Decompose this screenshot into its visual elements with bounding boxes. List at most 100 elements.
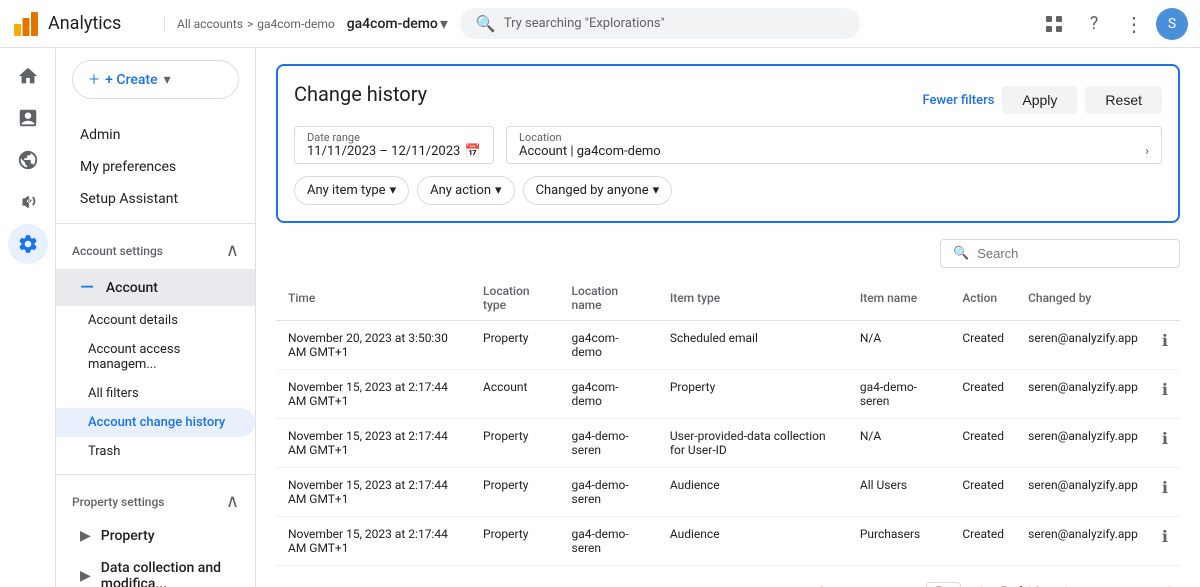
create-chevron-icon: ▾: [164, 72, 171, 88]
analytics-logo-icon: [12, 10, 40, 38]
sidebar-item-admin[interactable]: Admin: [56, 119, 255, 151]
table-body: November 20, 2023 at 3:50:30 AM GMT+1 Pr…: [276, 321, 1180, 566]
nav-reports-icon[interactable]: [8, 98, 48, 138]
pagination: Items per page: 5 ▾ 1 – 5 of 16 |◂ ◂ ▸ ▸…: [276, 566, 1180, 587]
location-filter[interactable]: Location Account | ga4com-demo ›: [506, 126, 1162, 164]
cell-info: ℹ: [1150, 419, 1180, 468]
row-info-icon[interactable]: ℹ: [1162, 527, 1168, 546]
nav-admin-icon[interactable]: [8, 224, 48, 264]
first-page-button[interactable]: |◂: [1056, 578, 1084, 587]
main-content: Change history Fewer filters Apply Reset…: [256, 48, 1200, 587]
account-settings-section: Account settings ∧ — Account Account det…: [56, 224, 255, 474]
cell-time: November 15, 2023 at 2:17:44 AM GMT+1: [276, 517, 471, 566]
table-row: November 20, 2023 at 3:50:30 AM GMT+1 Pr…: [276, 321, 1180, 370]
icon-rail: [0, 48, 56, 587]
sidebar-item-all-filters[interactable]: All filters: [56, 379, 255, 408]
cell-location-name: ga4com-demo: [560, 321, 658, 370]
date-range-filter[interactable]: Date range 11/11/2023 – 12/11/2023 📅: [294, 126, 494, 164]
sidebar-item-trash[interactable]: Trash: [56, 437, 255, 466]
any-action-label: Any action: [430, 183, 491, 198]
reset-button[interactable]: Reset: [1085, 86, 1162, 114]
col-item-type: Item type: [658, 276, 848, 321]
breadcrumb-parent: All accounts: [177, 17, 243, 31]
prev-page-button[interactable]: ◂: [1088, 578, 1116, 587]
cell-item-name: ga4-demo-seren: [848, 370, 950, 419]
row-info-icon[interactable]: ℹ: [1162, 380, 1168, 399]
sidebar-item-change-history[interactable]: Account change history: [56, 408, 255, 437]
search-placeholder: Try searching "Explorations": [504, 16, 665, 31]
sidebar-item-account[interactable]: — Account: [56, 269, 255, 306]
date-range-text: 11/11/2023 – 12/11/2023: [307, 144, 460, 159]
last-page-button[interactable]: ▸|: [1152, 578, 1180, 587]
app-name: Analytics: [48, 13, 121, 34]
col-time: Time: [276, 276, 471, 321]
table-search-input[interactable]: [977, 246, 1167, 261]
cell-changed-by: seren@analyzify.app: [1016, 517, 1150, 566]
avatar[interactable]: S: [1156, 8, 1188, 40]
row-info-icon[interactable]: ℹ: [1162, 331, 1168, 350]
cell-location-type: Property: [471, 321, 560, 370]
table-row: November 15, 2023 at 2:17:44 AM GMT+1 Ac…: [276, 370, 1180, 419]
cell-action: Created: [950, 517, 1016, 566]
cell-item-type: Scheduled email: [658, 321, 848, 370]
cell-item-name: Purchasers: [848, 517, 950, 566]
cell-location-type: Account: [471, 370, 560, 419]
changed-by-label: Changed by anyone: [536, 183, 649, 198]
item-type-chip[interactable]: Any item type ▾: [294, 176, 409, 205]
more-options-icon[interactable]: ⋮: [1116, 6, 1152, 42]
row-info-icon[interactable]: ℹ: [1162, 478, 1168, 497]
sidebar-item-preferences[interactable]: My preferences: [56, 151, 255, 183]
nav-home-icon[interactable]: [8, 56, 48, 96]
sidebar-item-access-mgmt[interactable]: Account access managem...: [56, 335, 255, 379]
create-button[interactable]: + + Create ▾: [72, 60, 239, 99]
page-title: Change history: [294, 82, 427, 106]
sidebar-item-data-collection[interactable]: ▶ Data collection and modifica...: [56, 552, 255, 587]
help-icon[interactable]: ?: [1076, 6, 1112, 42]
col-item-name: Item name: [848, 276, 950, 321]
sidebar-item-setup[interactable]: Setup Assistant: [56, 183, 255, 215]
cell-changed-by: seren@analyzify.app: [1016, 468, 1150, 517]
cell-item-name: N/A: [848, 419, 950, 468]
top-nav-section: Admin My preferences Setup Assistant: [56, 111, 255, 223]
sidebar-item-property[interactable]: ▶ Property: [56, 520, 255, 552]
table-row: November 15, 2023 at 2:17:44 AM GMT+1 Pr…: [276, 517, 1180, 566]
global-search[interactable]: 🔍 Try searching "Explorations": [460, 8, 860, 39]
sidebar-item-account-details[interactable]: Account details: [56, 306, 255, 335]
cell-time: November 15, 2023 at 2:17:44 AM GMT+1: [276, 370, 471, 419]
property-settings-collapse-icon: ∧: [226, 491, 239, 512]
cell-action: Created: [950, 468, 1016, 517]
location-value: Account | ga4com-demo ›: [519, 144, 1149, 159]
row-info-icon[interactable]: ℹ: [1162, 429, 1168, 448]
property-settings-header[interactable]: Property settings ∧: [56, 483, 255, 520]
nav-explore-icon[interactable]: [8, 140, 48, 180]
cell-item-type: Property: [658, 370, 848, 419]
cell-location-name: ga4-demo-seren: [560, 468, 658, 517]
items-per-page-select[interactable]: 5 ▾: [926, 582, 962, 587]
property-chevron-icon: ▾: [440, 14, 448, 33]
cell-time: November 20, 2023 at 3:50:30 AM GMT+1: [276, 321, 471, 370]
cell-changed-by: seren@analyzify.app: [1016, 321, 1150, 370]
property-name: ga4com-demo: [347, 16, 438, 32]
topbar-actions: ? ⋮ S: [1036, 6, 1188, 42]
property-selector[interactable]: ga4com-demo ▾: [347, 14, 448, 33]
table-search-box[interactable]: 🔍: [940, 239, 1180, 268]
cell-location-type: Property: [471, 468, 560, 517]
account-settings-header[interactable]: Account settings ∧: [56, 232, 255, 269]
apps-icon[interactable]: [1036, 6, 1072, 42]
cell-changed-by: seren@analyzify.app: [1016, 419, 1150, 468]
data-collection-expand-icon: ▶: [80, 568, 91, 584]
location-label: Location: [519, 131, 1149, 144]
topbar: Analytics All accounts > ga4com-demo ga4…: [0, 0, 1200, 48]
cell-location-type: Property: [471, 419, 560, 468]
fewer-filters-button[interactable]: Fewer filters: [922, 93, 994, 108]
item-type-chevron-icon: ▾: [390, 183, 397, 198]
next-page-button[interactable]: ▸: [1120, 578, 1148, 587]
cell-location-type: Property: [471, 517, 560, 566]
cell-action: Created: [950, 419, 1016, 468]
nav-advertising-icon[interactable]: [8, 182, 48, 222]
any-action-chip[interactable]: Any action ▾: [417, 176, 514, 205]
cell-info: ℹ: [1150, 321, 1180, 370]
apply-button[interactable]: Apply: [1002, 86, 1077, 114]
app-logo[interactable]: Analytics: [12, 10, 152, 38]
changed-by-chip[interactable]: Changed by anyone ▾: [523, 176, 673, 205]
